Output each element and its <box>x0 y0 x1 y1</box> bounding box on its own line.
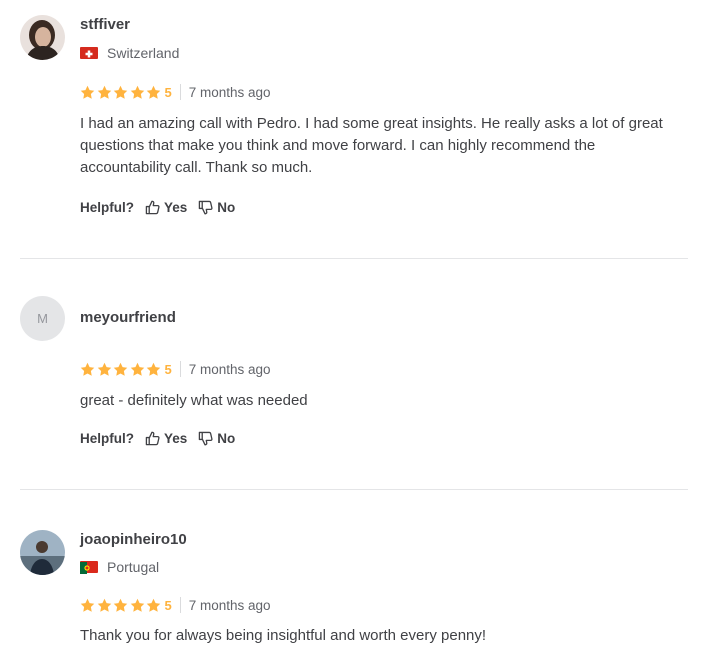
review-text: great - definitely what was needed <box>80 392 308 409</box>
star-icon <box>113 598 128 613</box>
star-rating <box>80 598 163 613</box>
divider <box>179 361 181 377</box>
divider <box>179 597 181 613</box>
user-photo-icon <box>20 530 65 575</box>
yes-label: Yes <box>164 431 188 446</box>
rating-row: 5 7 months ago <box>80 83 271 101</box>
star-icon <box>97 85 112 100</box>
star-icon <box>130 85 145 100</box>
star-icon <box>130 598 145 613</box>
star-icon <box>130 362 145 377</box>
star-icon <box>146 362 161 377</box>
username[interactable]: stffiver <box>80 16 130 33</box>
reviewer-country: Switzerland <box>80 45 179 61</box>
reviewer-country: Portugal <box>80 559 159 575</box>
no-label: No <box>217 431 236 446</box>
username[interactable]: joaopinheiro10 <box>80 531 187 548</box>
avatar[interactable] <box>20 530 65 575</box>
thumbs-down-icon <box>198 431 213 446</box>
country-name: Portugal <box>107 559 160 575</box>
star-icon <box>97 362 112 377</box>
thumbs-up-icon <box>145 200 160 215</box>
helpful-no-button[interactable]: No <box>198 431 235 446</box>
review-time: 7 months ago <box>188 84 271 100</box>
star-icon <box>80 85 95 100</box>
review-time: 7 months ago <box>188 361 271 377</box>
star-icon <box>113 362 128 377</box>
helpful-label: Helpful? <box>80 431 134 446</box>
review-item: stffiver Switzerland 5 7 months ago I ha… <box>20 15 688 245</box>
avatar[interactable]: M <box>20 296 65 341</box>
star-icon <box>97 598 112 613</box>
helpful-label: Helpful? <box>80 200 134 215</box>
rating-value: 5 <box>164 84 172 100</box>
star-icon <box>146 598 161 613</box>
rating-value: 5 <box>164 597 172 613</box>
star-icon <box>80 598 95 613</box>
star-icon <box>80 362 95 377</box>
star-icon <box>146 85 161 100</box>
switzerland-flag-icon <box>80 47 98 59</box>
review-text: I had an amazing call with Pedro. I had … <box>80 115 663 176</box>
star-rating <box>80 362 163 377</box>
rating-row: 5 7 months ago <box>80 596 271 614</box>
review-item: M meyourfriend 5 7 months ago great - de… <box>20 296 688 466</box>
user-photo-icon <box>20 15 65 60</box>
thumbs-down-icon <box>198 200 213 215</box>
no-label: No <box>217 200 236 215</box>
helpful-row: Helpful? Yes No <box>80 431 235 446</box>
avatar[interactable] <box>20 15 65 60</box>
review-divider <box>20 489 688 490</box>
review-item: joaopinheiro10 Portugal 5 7 months ago T… <box>20 530 688 660</box>
portugal-flag-icon <box>80 561 98 574</box>
divider <box>179 84 181 100</box>
thumbs-up-icon <box>145 431 160 446</box>
helpful-yes-button[interactable]: Yes <box>145 431 187 446</box>
username[interactable]: meyourfriend <box>80 309 176 326</box>
helpful-row: Helpful? Yes No <box>80 200 235 215</box>
yes-label: Yes <box>164 200 188 215</box>
helpful-no-button[interactable]: No <box>198 200 235 215</box>
star-rating <box>80 85 163 100</box>
helpful-yes-button[interactable]: Yes <box>145 200 187 215</box>
rating-value: 5 <box>164 361 172 377</box>
review-divider <box>20 258 688 259</box>
country-name: Switzerland <box>107 45 180 61</box>
review-time: 7 months ago <box>188 597 271 613</box>
rating-row: 5 7 months ago <box>80 360 271 378</box>
review-text: Thank you for always being insightful an… <box>80 627 487 644</box>
star-icon <box>113 85 128 100</box>
